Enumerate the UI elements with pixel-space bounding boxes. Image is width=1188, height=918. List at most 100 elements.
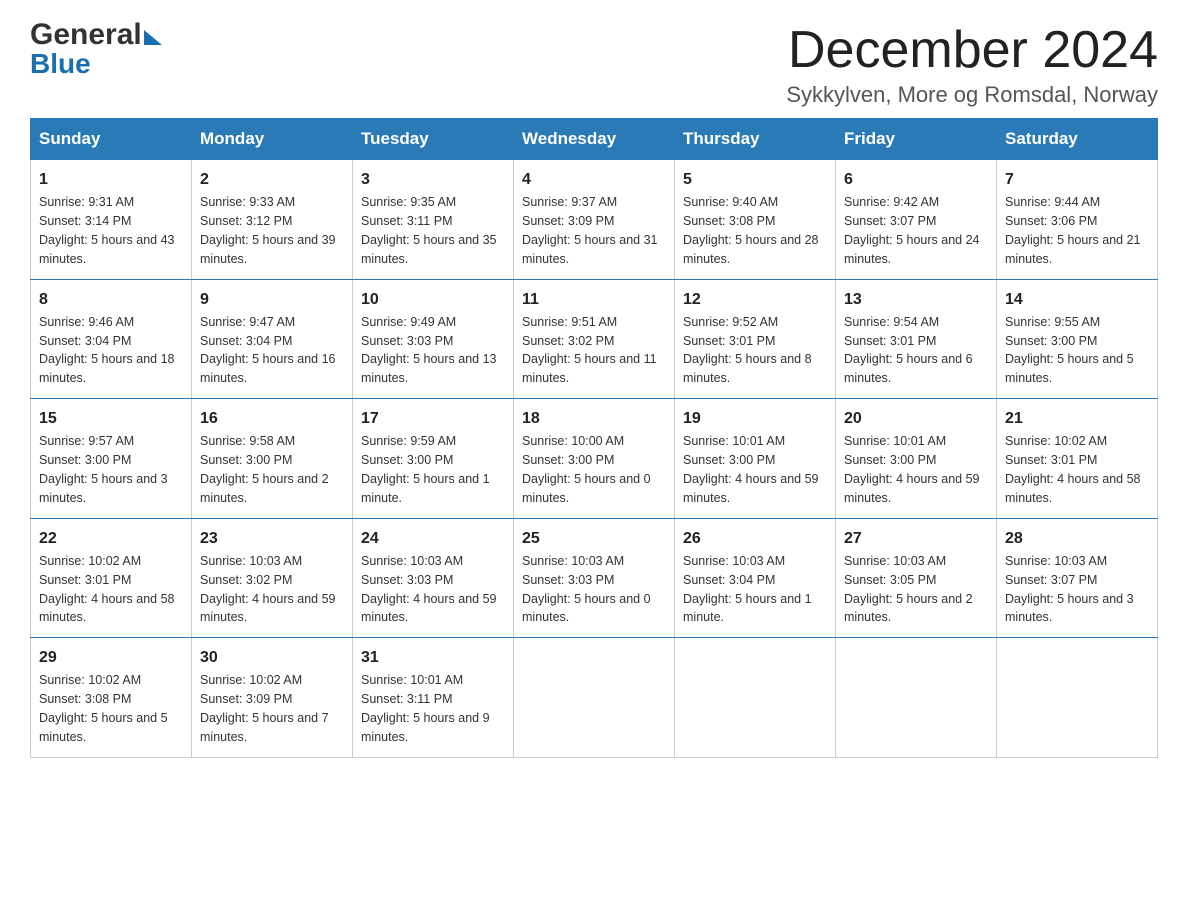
day-number: 18 (522, 407, 666, 430)
day-info: Sunrise: 10:03 AMSunset: 3:03 PMDaylight… (522, 554, 651, 625)
calendar-cell: 30 Sunrise: 10:02 AMSunset: 3:09 PMDaylig… (192, 638, 353, 758)
title-section: December 2024 Sykkylven, More og Romsdal… (786, 20, 1158, 108)
day-info: Sunrise: 10:01 AMSunset: 3:11 PMDaylight… (361, 673, 490, 744)
day-number: 10 (361, 288, 505, 311)
calendar-cell: 6 Sunrise: 9:42 AMSunset: 3:07 PMDaylight… (836, 160, 997, 280)
day-number: 8 (39, 288, 183, 311)
calendar-cell: 17Sunrise: 9:59 AMSunset: 3:00 PMDayligh… (353, 399, 514, 519)
day-number: 3 (361, 168, 505, 191)
day-number: 19 (683, 407, 827, 430)
calendar-cell (997, 638, 1158, 758)
day-number: 29 (39, 646, 183, 669)
day-info: Sunrise: 10:03 AMSunset: 3:04 PMDaylight… (683, 554, 812, 625)
day-number: 31 (361, 646, 505, 669)
calendar-cell: 9 Sunrise: 9:47 AMSunset: 3:04 PMDaylight… (192, 279, 353, 399)
calendar-cell: 29 Sunrise: 10:02 AMSunset: 3:08 PMDaylig… (31, 638, 192, 758)
calendar-week-row: 1 Sunrise: 9:31 AMSunset: 3:14 PMDaylight… (31, 160, 1158, 280)
day-number: 14 (1005, 288, 1149, 311)
day-info: Sunrise: 10:01 AMSunset: 3:00 PMDaylight… (683, 434, 819, 505)
calendar-week-row: 22 Sunrise: 10:02 AMSunset: 3:01 PMDaylig… (31, 518, 1158, 638)
day-info: Sunrise: 9:33 AMSunset: 3:12 PMDaylight:… (200, 195, 336, 266)
calendar-cell: 26 Sunrise: 10:03 AMSunset: 3:04 PMDaylig… (675, 518, 836, 638)
day-info: Sunrise: 10:02 AMSunset: 3:01 PMDaylight… (1005, 434, 1141, 505)
day-info: Sunrise: 10:02 AMSunset: 3:09 PMDaylight… (200, 673, 329, 744)
day-info: Sunrise: 9:58 AMSunset: 3:00 PMDaylight:… (200, 434, 329, 505)
day-number: 27 (844, 527, 988, 550)
column-header-wednesday: Wednesday (514, 119, 675, 160)
day-info: Sunrise: 9:37 AMSunset: 3:09 PMDaylight:… (522, 195, 658, 266)
day-number: 4 (522, 168, 666, 191)
day-number: 22 (39, 527, 183, 550)
calendar-cell: 10Sunrise: 9:49 AMSunset: 3:03 PMDayligh… (353, 279, 514, 399)
logo-general-text: General (30, 20, 142, 50)
day-number: 1 (39, 168, 183, 191)
calendar-cell: 2 Sunrise: 9:33 AMSunset: 3:12 PMDaylight… (192, 160, 353, 280)
column-header-saturday: Saturday (997, 119, 1158, 160)
column-header-tuesday: Tuesday (353, 119, 514, 160)
day-info: Sunrise: 10:03 AMSunset: 3:02 PMDaylight… (200, 554, 336, 625)
day-number: 23 (200, 527, 344, 550)
calendar-cell: 1 Sunrise: 9:31 AMSunset: 3:14 PMDaylight… (31, 160, 192, 280)
day-info: Sunrise: 10:00 AMSunset: 3:00 PMDaylight… (522, 434, 651, 505)
day-number: 13 (844, 288, 988, 311)
day-number: 11 (522, 288, 666, 311)
column-header-thursday: Thursday (675, 119, 836, 160)
day-info: Sunrise: 9:42 AMSunset: 3:07 PMDaylight:… (844, 195, 980, 266)
calendar-cell: 11Sunrise: 9:51 AMSunset: 3:02 PMDayligh… (514, 279, 675, 399)
page-header: General Blue December 2024 Sykkylven, Mo… (30, 20, 1158, 108)
day-number: 15 (39, 407, 183, 430)
day-info: Sunrise: 9:47 AMSunset: 3:04 PMDaylight:… (200, 315, 336, 386)
calendar-week-row: 29 Sunrise: 10:02 AMSunset: 3:08 PMDaylig… (31, 638, 1158, 758)
calendar-cell (675, 638, 836, 758)
day-number: 12 (683, 288, 827, 311)
day-info: Sunrise: 9:40 AMSunset: 3:08 PMDaylight:… (683, 195, 819, 266)
column-header-sunday: Sunday (31, 119, 192, 160)
day-number: 26 (683, 527, 827, 550)
day-info: Sunrise: 10:03 AMSunset: 3:03 PMDaylight… (361, 554, 497, 625)
location-title: Sykkylven, More og Romsdal, Norway (786, 82, 1158, 108)
calendar-header-row: SundayMondayTuesdayWednesdayThursdayFrid… (31, 119, 1158, 160)
calendar-week-row: 15Sunrise: 9:57 AMSunset: 3:00 PMDayligh… (31, 399, 1158, 519)
day-number: 21 (1005, 407, 1149, 430)
calendar-cell: 27Sunrise: 10:03 AMSunset: 3:05 PMDaylig… (836, 518, 997, 638)
day-info: Sunrise: 10:02 AMSunset: 3:08 PMDaylight… (39, 673, 168, 744)
day-info: Sunrise: 9:55 AMSunset: 3:00 PMDaylight:… (1005, 315, 1134, 386)
calendar-week-row: 8 Sunrise: 9:46 AMSunset: 3:04 PMDaylight… (31, 279, 1158, 399)
day-info: Sunrise: 9:46 AMSunset: 3:04 PMDaylight:… (39, 315, 175, 386)
calendar-table: SundayMondayTuesdayWednesdayThursdayFrid… (30, 118, 1158, 758)
calendar-cell: 8 Sunrise: 9:46 AMSunset: 3:04 PMDaylight… (31, 279, 192, 399)
calendar-cell: 4 Sunrise: 9:37 AMSunset: 3:09 PMDaylight… (514, 160, 675, 280)
day-number: 28 (1005, 527, 1149, 550)
day-number: 25 (522, 527, 666, 550)
day-number: 6 (844, 168, 988, 191)
day-info: Sunrise: 9:44 AMSunset: 3:06 PMDaylight:… (1005, 195, 1141, 266)
day-number: 24 (361, 527, 505, 550)
day-number: 30 (200, 646, 344, 669)
day-number: 9 (200, 288, 344, 311)
logo: General Blue (30, 20, 162, 80)
day-number: 16 (200, 407, 344, 430)
logo-blue-text: Blue (30, 48, 91, 80)
day-number: 5 (683, 168, 827, 191)
calendar-cell (836, 638, 997, 758)
day-info: Sunrise: 10:03 AMSunset: 3:07 PMDaylight… (1005, 554, 1134, 625)
day-info: Sunrise: 9:54 AMSunset: 3:01 PMDaylight:… (844, 315, 973, 386)
calendar-cell: 3 Sunrise: 9:35 AMSunset: 3:11 PMDaylight… (353, 160, 514, 280)
day-info: Sunrise: 10:02 AMSunset: 3:01 PMDaylight… (39, 554, 175, 625)
calendar-cell: 18 Sunrise: 10:00 AMSunset: 3:00 PMDaylig… (514, 399, 675, 519)
day-number: 2 (200, 168, 344, 191)
calendar-cell: 31 Sunrise: 10:01 AMSunset: 3:11 PMDaylig… (353, 638, 514, 758)
column-header-friday: Friday (836, 119, 997, 160)
calendar-cell: 25 Sunrise: 10:03 AMSunset: 3:03 PMDaylig… (514, 518, 675, 638)
calendar-cell: 7 Sunrise: 9:44 AMSunset: 3:06 PMDaylight… (997, 160, 1158, 280)
day-info: Sunrise: 10:01 AMSunset: 3:00 PMDaylight… (844, 434, 980, 505)
day-info: Sunrise: 9:35 AMSunset: 3:11 PMDaylight:… (361, 195, 497, 266)
calendar-cell: 14 Sunrise: 9:55 AMSunset: 3:00 PMDayligh… (997, 279, 1158, 399)
calendar-cell: 22 Sunrise: 10:02 AMSunset: 3:01 PMDaylig… (31, 518, 192, 638)
day-number: 7 (1005, 168, 1149, 191)
calendar-cell: 24 Sunrise: 10:03 AMSunset: 3:03 PMDaylig… (353, 518, 514, 638)
calendar-cell: 19 Sunrise: 10:01 AMSunset: 3:00 PMDaylig… (675, 399, 836, 519)
day-info: Sunrise: 9:31 AMSunset: 3:14 PMDaylight:… (39, 195, 175, 266)
day-info: Sunrise: 9:59 AMSunset: 3:00 PMDaylight:… (361, 434, 490, 505)
calendar-cell: 12Sunrise: 9:52 AMSunset: 3:01 PMDayligh… (675, 279, 836, 399)
